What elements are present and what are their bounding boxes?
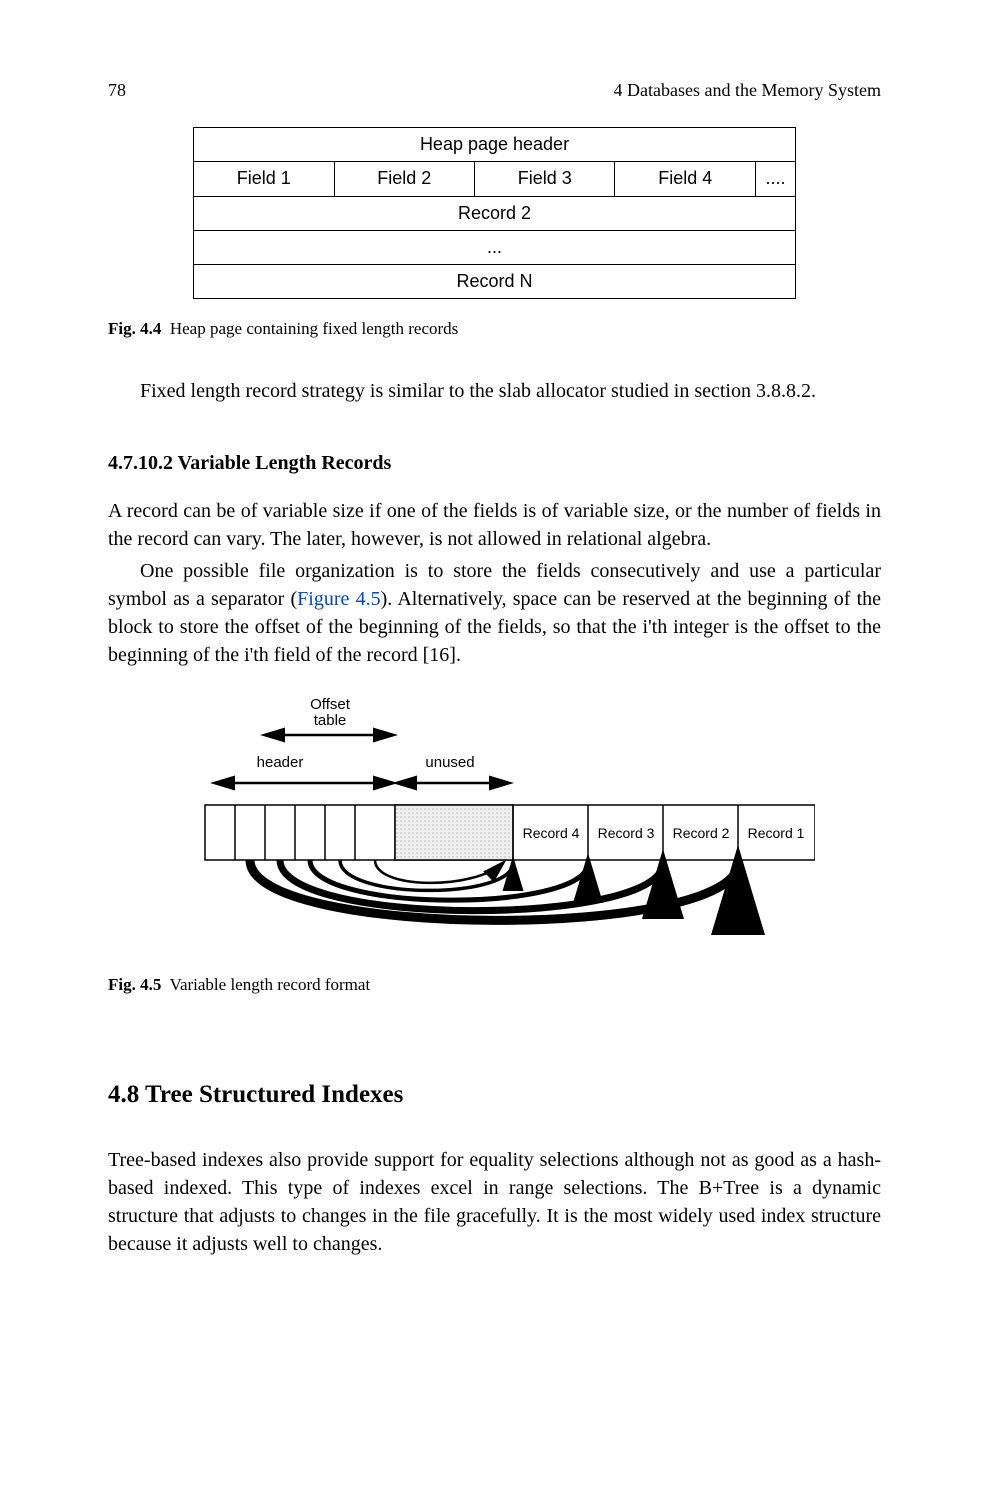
- figure-4-4-caption-text: Heap page containing fixed length record…: [170, 319, 458, 338]
- subheading-4-7-10-2: 4.7.10.2 Variable Length Records: [108, 449, 881, 477]
- figure-4-5-caption-text: Variable length record format: [170, 975, 371, 994]
- ellipsis-row: ...: [194, 230, 796, 264]
- figure-4-5-label: Fig. 4.5: [108, 975, 161, 994]
- page-number: 78: [108, 78, 126, 103]
- field-2-cell: Field 2: [334, 162, 474, 196]
- svg-text:unused: unused: [425, 754, 474, 771]
- figure-4-4-caption: Fig. 4.4 Heap page containing fixed leng…: [108, 317, 881, 341]
- figure-4-4-label: Fig. 4.4: [108, 319, 161, 338]
- record-2-row: Record 2: [194, 196, 796, 230]
- field-more-cell: ....: [755, 162, 795, 196]
- svg-text:Offset: Offset: [310, 696, 351, 713]
- svg-text:table: table: [313, 712, 346, 729]
- running-title: 4 Databases and the Memory System: [614, 78, 881, 103]
- section-4-8-heading: 4.8 Tree Structured Indexes: [108, 1077, 881, 1112]
- paragraph-variable-2: One possible file organization is to sto…: [108, 557, 881, 669]
- record-1-label: Record 1: [747, 825, 804, 841]
- field-1-cell: Field 1: [194, 162, 334, 196]
- svg-text:header: header: [256, 754, 303, 771]
- field-3-cell: Field 3: [475, 162, 615, 196]
- record-2-label: Record 2: [672, 825, 729, 841]
- paragraph-fixed-length: Fixed length record strategy is similar …: [108, 377, 881, 405]
- section-4-8-paragraph: Tree-based indexes also provide support …: [108, 1146, 881, 1258]
- record-4-label: Record 4: [522, 825, 579, 841]
- record-n-row: Record N: [194, 264, 796, 298]
- field-4-cell: Field 4: [615, 162, 755, 196]
- paragraph-variable-1: A record can be of variable size if one …: [108, 497, 881, 553]
- figure-4-5-caption: Fig. 4.5 Variable length record format: [108, 973, 881, 997]
- heap-page-header-row: Heap page header: [194, 128, 796, 162]
- running-header: 78 4 Databases and the Memory System: [108, 78, 881, 103]
- record-3-label: Record 3: [597, 825, 654, 841]
- figure-4-5-link[interactable]: Figure 4.5: [297, 588, 380, 610]
- figure-4-4-table: Heap page header Field 1 Field 2 Field 3…: [193, 127, 796, 299]
- figure-4-5-diagram: Offset table header unused: [175, 695, 815, 955]
